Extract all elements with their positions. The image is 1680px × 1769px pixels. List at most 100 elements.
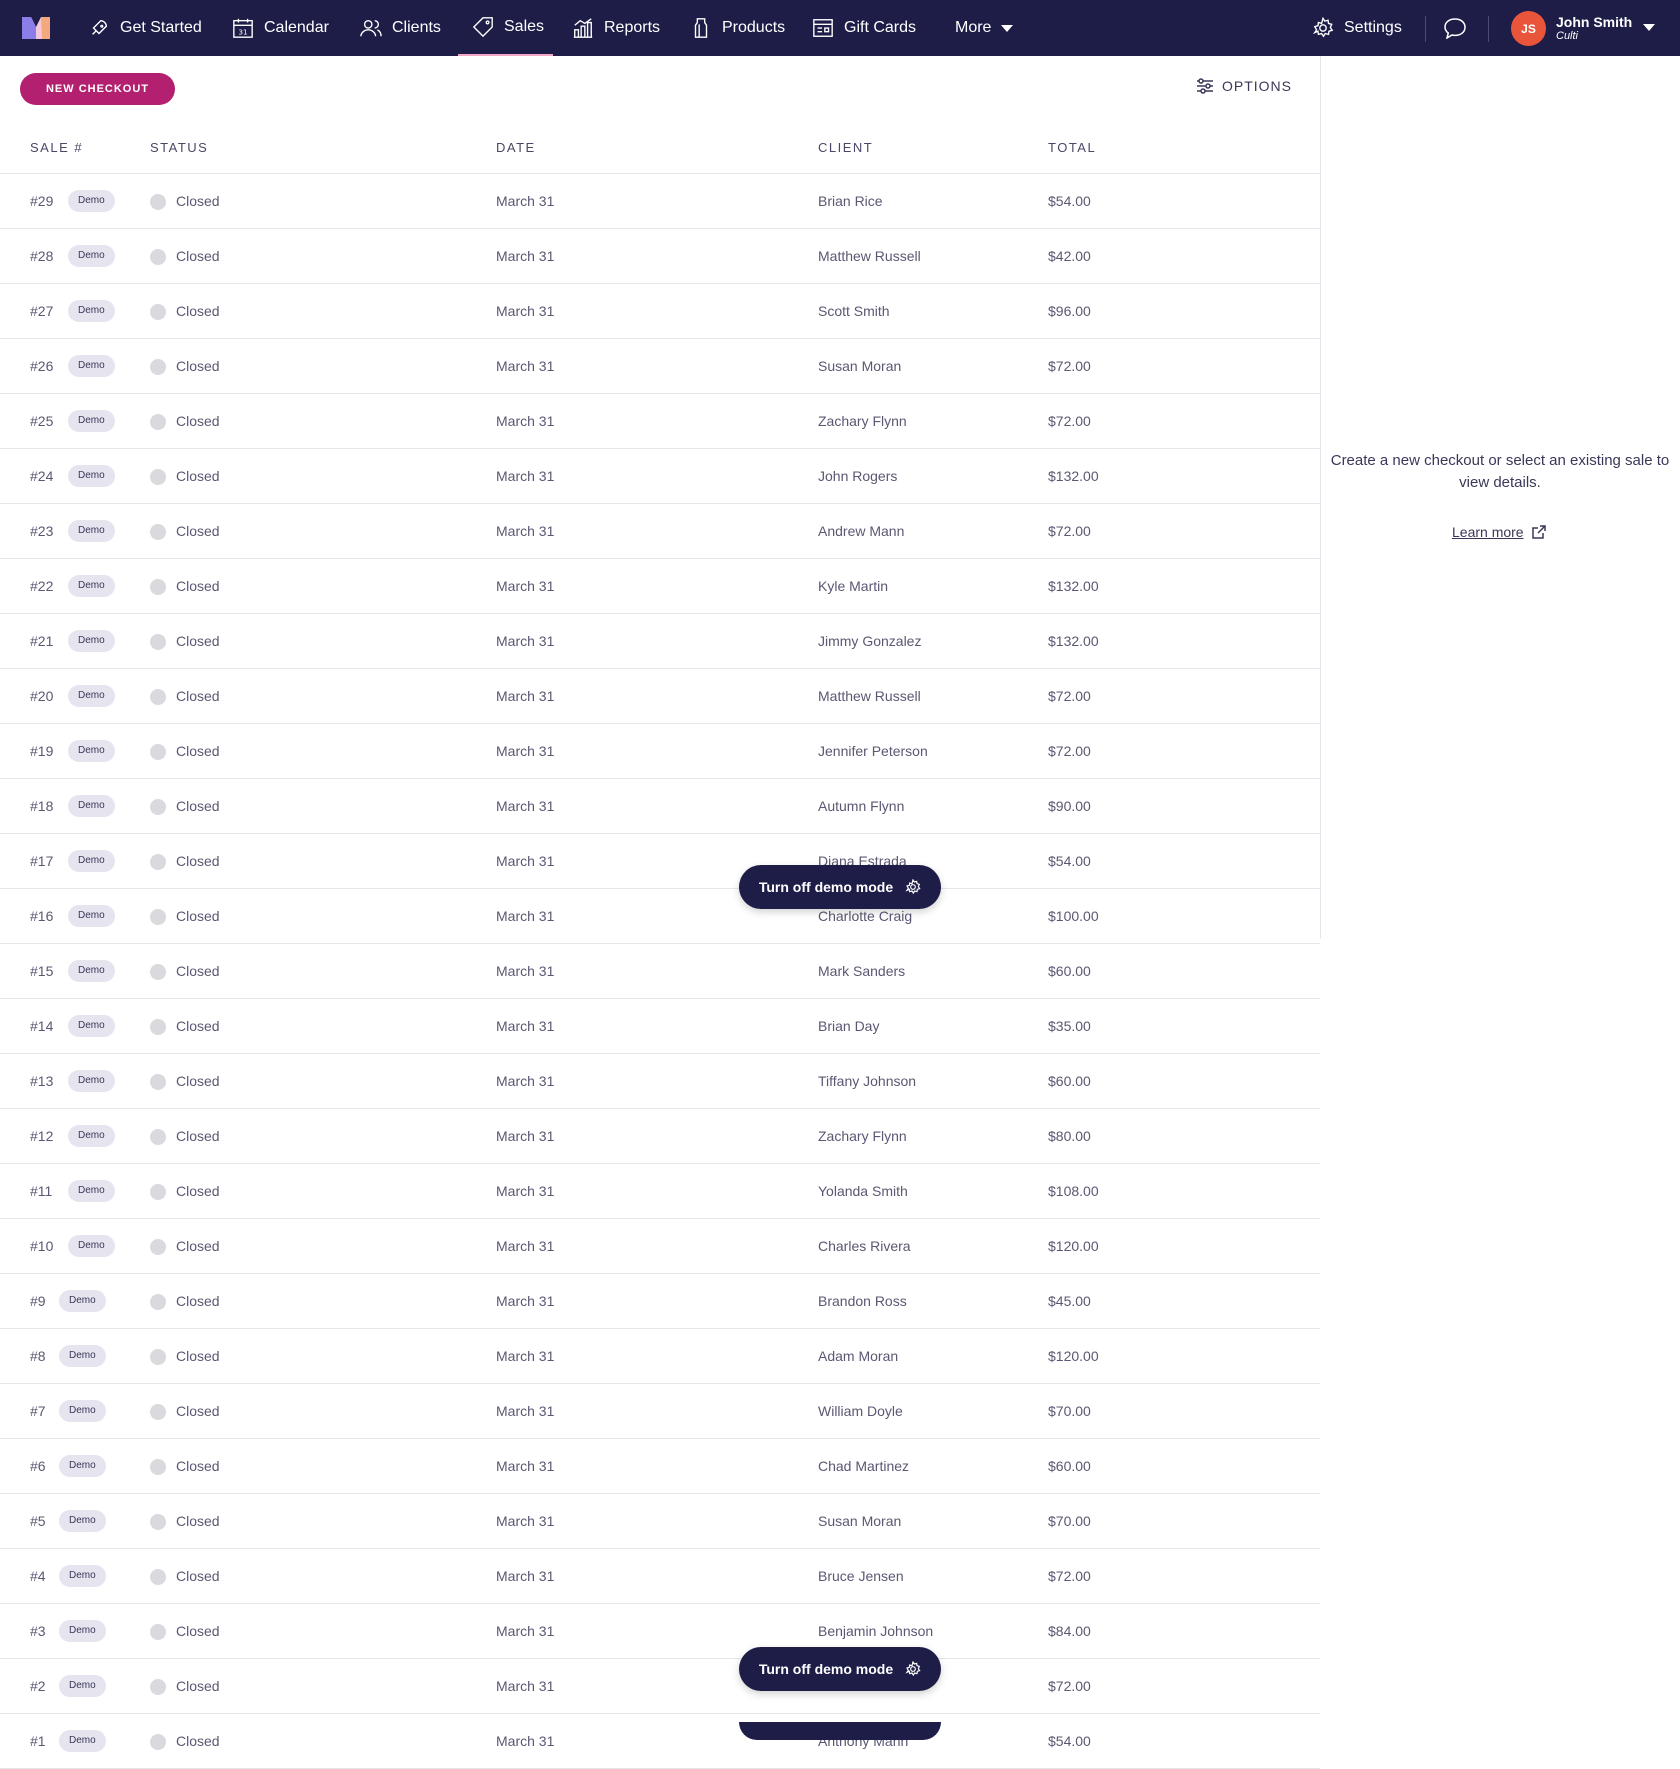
- table-row[interactable]: #21 Demo Closed March 31 Jimmy Gonzalez $132.…: [0, 614, 1320, 669]
- demo-badge: Demo: [68, 630, 115, 652]
- turn-off-demo-button[interactable]: Turn off demo mode: [739, 865, 941, 909]
- client-cell: Kyle Martin: [818, 578, 889, 594]
- total-cell: $54.00: [1048, 1733, 1091, 1749]
- sale-number: #26: [30, 358, 54, 374]
- table-row[interactable]: #14 Demo Closed March 31 Brian Day $35.00: [0, 999, 1320, 1054]
- total-cell: $60.00: [1048, 963, 1091, 979]
- header-status[interactable]: STATUS: [150, 140, 208, 155]
- table-row[interactable]: #6 Demo Closed March 31 Chad Martinez $60.00: [0, 1439, 1320, 1494]
- sale-number: #21: [30, 633, 54, 649]
- nav-calendar[interactable]: 31 Calendar: [232, 0, 329, 56]
- status-text: Closed: [176, 193, 220, 209]
- status-dot-icon: [150, 1074, 166, 1090]
- status-text: Closed: [176, 1678, 220, 1694]
- client-cell: Andrew Mann: [818, 523, 905, 539]
- nav-products[interactable]: Products: [690, 0, 785, 56]
- date-cell: March 31: [496, 1183, 555, 1199]
- table-row[interactable]: #27 Demo Closed March 31 Scott Smith $96.00: [0, 284, 1320, 339]
- sale-number: #15: [30, 963, 54, 979]
- table-row[interactable]: #26 Demo Closed March 31 Susan Moran $72.00: [0, 339, 1320, 394]
- status-dot-icon: [150, 414, 166, 430]
- header-total[interactable]: TOTAL: [1048, 140, 1096, 155]
- status-text: Closed: [176, 633, 220, 649]
- panel-divider: [1320, 56, 1321, 939]
- new-checkout-button[interactable]: NEW CHECKOUT: [20, 73, 175, 105]
- chevron-down-icon[interactable]: [1643, 24, 1655, 31]
- status-text: Closed: [176, 1348, 220, 1364]
- table-row[interactable]: #17 Demo Closed March 31 Diana Estrada $54.00: [0, 834, 1320, 889]
- header-date[interactable]: DATE: [496, 140, 536, 155]
- chat-icon[interactable]: [1443, 17, 1467, 39]
- nav-get-started[interactable]: Get Started: [88, 0, 202, 56]
- table-row[interactable]: #25 Demo Closed March 31 Zachary Flynn $72.00: [0, 394, 1320, 449]
- sale-number: #13: [30, 1073, 54, 1089]
- learn-more-label: Learn more: [1452, 524, 1524, 540]
- status-text: Closed: [176, 743, 220, 759]
- table-row[interactable]: #1 Demo Closed March 31 Anthony Mann $54.00: [0, 1714, 1320, 1769]
- table-row[interactable]: #22 Demo Closed March 31 Kyle Martin $132.00: [0, 559, 1320, 614]
- demo-badge: Demo: [68, 1125, 115, 1147]
- chevron-down-icon: [1001, 24, 1014, 32]
- table-row[interactable]: #3 Demo Closed March 31 Benjamin Johnson $84.…: [0, 1604, 1320, 1659]
- table-row[interactable]: #29 Demo Closed March 31 Brian Rice $54.00: [0, 174, 1320, 229]
- table-row[interactable]: #2 Demo Closed March 31 $72.00: [0, 1659, 1320, 1714]
- user-name[interactable]: John Smith: [1556, 14, 1632, 30]
- table-row[interactable]: #9 Demo Closed March 31 Brandon Ross $45.00: [0, 1274, 1320, 1329]
- demo-badge: Demo: [68, 1235, 115, 1257]
- table-row[interactable]: #7 Demo Closed March 31 William Doyle $70.00: [0, 1384, 1320, 1439]
- table-row[interactable]: #11 Demo Closed March 31 Yolanda Smith $108.0…: [0, 1164, 1320, 1219]
- table-row[interactable]: #12 Demo Closed March 31 Zachary Flynn $80.00: [0, 1109, 1320, 1164]
- table-row[interactable]: #10 Demo Closed March 31 Charles Rivera $120.…: [0, 1219, 1320, 1274]
- client-cell: Jimmy Gonzalez: [818, 633, 922, 649]
- status-dot-icon: [150, 579, 166, 595]
- table-row[interactable]: #15 Demo Closed March 31 Mark Sanders $60.00: [0, 944, 1320, 999]
- table-row[interactable]: #24 Demo Closed March 31 John Rogers $132.00: [0, 449, 1320, 504]
- demo-badge: Demo: [59, 1675, 106, 1697]
- bar-chart-icon: [573, 18, 593, 38]
- options-button[interactable]: OPTIONS: [1196, 78, 1292, 94]
- table-row[interactable]: #16 Demo Closed March 31 Charlotte Craig $100…: [0, 889, 1320, 944]
- date-cell: March 31: [496, 1293, 555, 1309]
- total-cell: $72.00: [1048, 523, 1091, 539]
- nav-reports[interactable]: Reports: [572, 0, 660, 56]
- date-cell: March 31: [496, 1458, 555, 1474]
- nav-gift-cards[interactable]: Gift Cards: [812, 0, 916, 56]
- table-row[interactable]: #23 Demo Closed March 31 Andrew Mann $72.00: [0, 504, 1320, 559]
- total-cell: $72.00: [1048, 413, 1091, 429]
- nav-more[interactable]: More: [955, 0, 1014, 56]
- nav-clients[interactable]: Clients: [360, 0, 441, 56]
- table-row[interactable]: #4 Demo Closed March 31 Bruce Jensen $72.00: [0, 1549, 1320, 1604]
- header-sale[interactable]: SALE #: [30, 140, 83, 155]
- table-row[interactable]: #13 Demo Closed March 31 Tiffany Johnson $60.…: [0, 1054, 1320, 1109]
- status-text: Closed: [176, 1458, 220, 1474]
- table-row[interactable]: #5 Demo Closed March 31 Susan Moran $70.00: [0, 1494, 1320, 1549]
- learn-more-link[interactable]: Learn more: [1452, 524, 1546, 540]
- total-cell: $132.00: [1048, 633, 1099, 649]
- status-dot-icon: [150, 799, 166, 815]
- status-dot-icon: [150, 1404, 166, 1420]
- table-row[interactable]: #8 Demo Closed March 31 Adam Moran $120.00: [0, 1329, 1320, 1384]
- status-dot-icon: [150, 909, 166, 925]
- client-cell: Scott Smith: [818, 303, 890, 319]
- calendar-icon: 31: [233, 18, 253, 38]
- nav-label: More: [955, 19, 992, 36]
- avatar[interactable]: JS: [1511, 11, 1546, 46]
- table-row[interactable]: #18 Demo Closed March 31 Autumn Flynn $90.00: [0, 779, 1320, 834]
- app-logo-icon[interactable]: [22, 17, 50, 39]
- nav-settings[interactable]: Settings: [1312, 0, 1402, 56]
- date-cell: March 31: [496, 963, 555, 979]
- demo-badge: Demo: [59, 1345, 106, 1367]
- calendar-day: 31: [238, 27, 247, 36]
- total-cell: $35.00: [1048, 1018, 1091, 1034]
- demo-badge: Demo: [59, 1620, 106, 1642]
- table-row[interactable]: #20 Demo Closed March 31 Matthew Russell $72.…: [0, 669, 1320, 724]
- header-client[interactable]: CLIENT: [818, 140, 873, 155]
- table-row[interactable]: #19 Demo Closed March 31 Jennifer Peterson $7…: [0, 724, 1320, 779]
- nav-label: Get Started: [120, 19, 202, 36]
- nav-sales[interactable]: Sales: [458, 0, 553, 56]
- demo-badge: Demo: [59, 1290, 106, 1312]
- gear-icon: [905, 1661, 921, 1677]
- turn-off-demo-button[interactable]: Turn off demo mode: [739, 1647, 941, 1691]
- sale-number: #20: [30, 688, 54, 704]
- table-row[interactable]: #28 Demo Closed March 31 Matthew Russell $42.…: [0, 229, 1320, 284]
